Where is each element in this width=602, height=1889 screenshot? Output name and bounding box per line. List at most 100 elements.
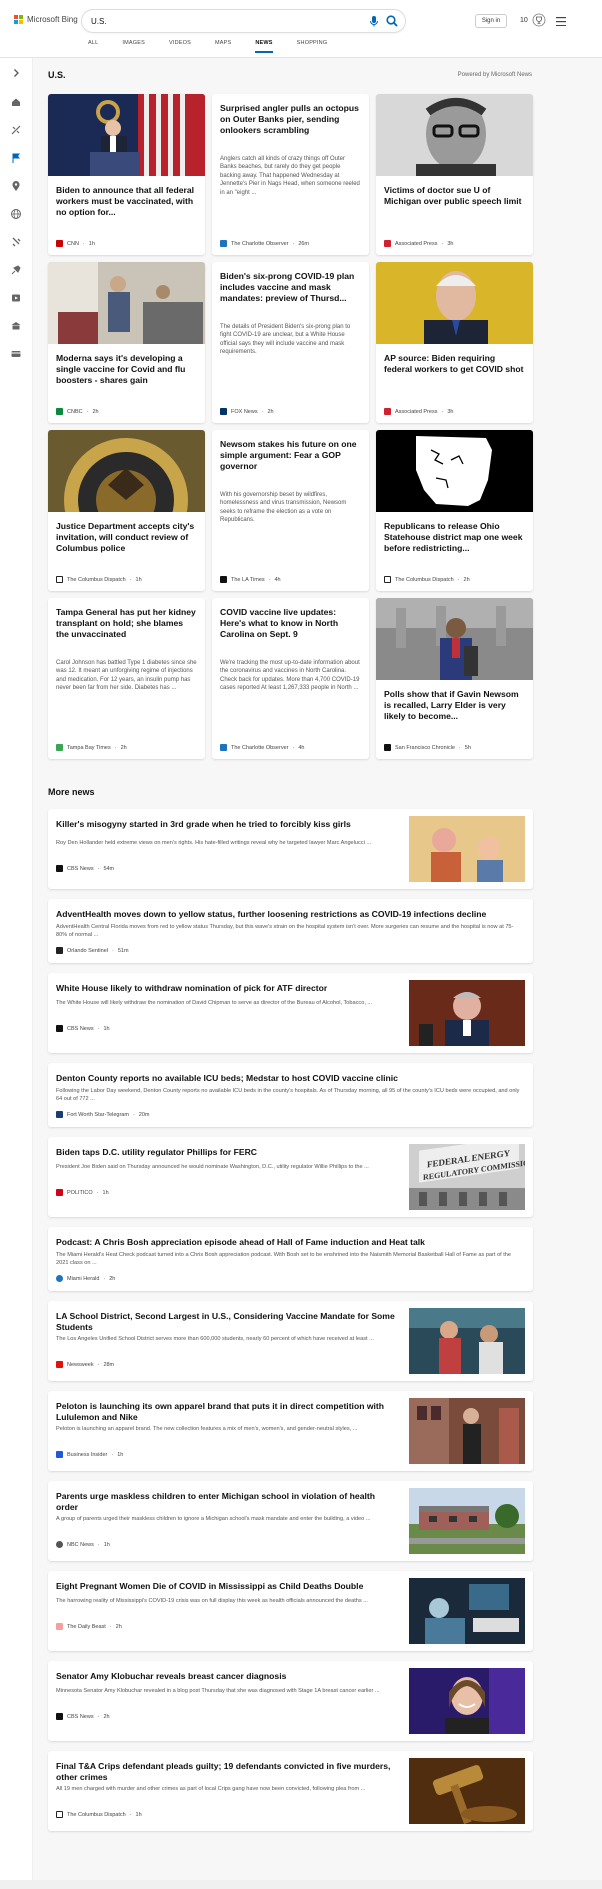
story-time: 1h (102, 1189, 109, 1196)
world-icon[interactable] (10, 124, 22, 136)
list-item[interactable]: White House likely to withdraw nominatio… (48, 973, 533, 1053)
list-item-snippet: The Miami Herald's Heat Check podcast tu… (56, 1252, 512, 1266)
expand-icon[interactable] (10, 67, 22, 79)
story-title[interactable]: Republicans to release Ohio Statehouse d… (384, 521, 524, 554)
story-title[interactable]: Biden to announce that all federal worke… (56, 185, 196, 218)
search-input[interactable] (91, 14, 361, 28)
story-title[interactable]: Polls show that if Gavin Newsom is recal… (384, 689, 524, 722)
top-stories-grid: Biden to announce that all federal worke… (48, 94, 533, 759)
list-item[interactable]: Eight Pregnant Women Die of COVID in Mis… (48, 1571, 533, 1651)
science-icon[interactable] (10, 264, 22, 276)
microphone-icon[interactable] (367, 14, 381, 28)
list-item-title[interactable]: White House likely to withdraw nominatio… (56, 983, 396, 994)
story-time: 26m (298, 240, 310, 247)
list-item-snippet: Following the Labor Day weekend, Denton … (56, 1088, 520, 1102)
source-name: Miami Herald (67, 1275, 100, 1282)
list-item-title[interactable]: Killer's misogyny started in 3rd grade w… (56, 819, 396, 830)
hamburger-menu-icon[interactable] (556, 17, 566, 26)
source-favicon-icon (56, 1713, 63, 1720)
list-item-title[interactable]: LA School District, Second Largest in U.… (56, 1311, 396, 1333)
story-time: 1h (88, 240, 95, 247)
story-card[interactable]: Biden to announce that all federal worke… (48, 94, 205, 255)
story-card[interactable]: Surprised angler pulls an octopus on Out… (212, 94, 369, 255)
list-item-title[interactable]: Parents urge maskless children to enter … (56, 1491, 396, 1513)
story-time: 28m (103, 1361, 115, 1368)
story-source: CNN · 1h (56, 240, 95, 247)
story-time: 2h (115, 1623, 122, 1630)
source-favicon-icon (56, 1189, 63, 1196)
list-item-title[interactable]: Biden taps D.C. utility regulator Philli… (56, 1147, 396, 1158)
source-favicon-icon (220, 408, 227, 415)
story-card[interactable]: COVID vaccine live updates: Here's what … (212, 598, 369, 759)
story-card[interactable]: AP source: Biden requiring federal worke… (376, 262, 533, 423)
list-item[interactable]: Podcast: A Chris Bosh appreciation episo… (48, 1227, 533, 1291)
source-name: Fort Worth Star-Telegram (67, 1111, 129, 1118)
list-item[interactable]: LA School District, Second Largest in U.… (48, 1301, 533, 1381)
story-card[interactable]: Tampa General has put her kidney transpl… (48, 598, 205, 759)
bing-logo[interactable]: Microsoft Bing (14, 15, 78, 24)
money-icon[interactable] (10, 348, 22, 360)
source-name: NBC News (67, 1541, 94, 1548)
search-icon[interactable] (385, 14, 399, 28)
story-title[interactable]: Tampa General has put her kidney transpl… (56, 607, 196, 640)
list-item-title[interactable]: Podcast: A Chris Bosh appreciation episo… (56, 1237, 521, 1248)
location-icon[interactable] (10, 180, 22, 192)
story-card[interactable]: Moderna says it's developing a single va… (48, 262, 205, 423)
list-item[interactable]: Parents urge maskless children to enter … (48, 1481, 533, 1561)
source-name: CNBC (67, 408, 83, 415)
story-title[interactable]: Justice Department accepts city's invita… (56, 521, 196, 554)
tab-videos[interactable]: VIDEOS (169, 40, 191, 53)
source-name: FOX News (231, 408, 258, 415)
home-icon[interactable] (10, 96, 22, 108)
story-title[interactable]: Moderna says it's developing a single va… (56, 353, 196, 386)
tab-images[interactable]: IMAGES (122, 40, 145, 53)
list-item[interactable]: Senator Amy Klobuchar reveals breast can… (48, 1661, 533, 1741)
search-tabs: ALL IMAGES VIDEOS MAPS NEWS SHOPPING (88, 40, 351, 53)
story-image (376, 598, 533, 680)
politics-icon[interactable] (10, 236, 22, 248)
story-image (376, 94, 533, 176)
list-item-title[interactable]: Peloton is launching its own apparel bra… (56, 1401, 396, 1423)
sign-in-button[interactable]: Sign in (475, 14, 507, 28)
rewards-count[interactable]: 10 (520, 14, 528, 28)
search-box[interactable] (82, 10, 405, 32)
story-card[interactable]: Biden's six-prong COVID-19 plan includes… (212, 262, 369, 423)
flag-icon[interactable] (10, 152, 22, 164)
story-card[interactable]: Polls show that if Gavin Newsom is recal… (376, 598, 533, 759)
business-icon[interactable] (10, 320, 22, 332)
story-title[interactable]: COVID vaccine live updates: Here's what … (220, 607, 360, 640)
rewards-trophy-icon[interactable] (532, 13, 546, 27)
list-item[interactable]: Peloton is launching its own apparel bra… (48, 1391, 533, 1471)
list-item[interactable]: AdventHealth moves down to yellow status… (48, 899, 533, 963)
globe-icon[interactable] (10, 208, 22, 220)
story-title[interactable]: AP source: Biden requiring federal worke… (384, 353, 524, 375)
story-title[interactable]: Biden's six-prong COVID-19 plan includes… (220, 271, 360, 304)
list-item[interactable]: Biden taps D.C. utility regulator Philli… (48, 1137, 533, 1217)
list-item[interactable]: Denton County reports no available ICU b… (48, 1063, 533, 1127)
tab-all[interactable]: ALL (88, 40, 98, 53)
list-item[interactable]: Final T&A Crips defendant pleads guilty;… (48, 1751, 533, 1831)
source-favicon-icon (56, 1541, 63, 1548)
story-title[interactable]: Surprised angler pulls an octopus on Out… (220, 103, 360, 136)
list-item-title[interactable]: Eight Pregnant Women Die of COVID in Mis… (56, 1581, 396, 1592)
list-item[interactable]: Killer's misogyny started in 3rd grade w… (48, 809, 533, 889)
list-item-title[interactable]: Senator Amy Klobuchar reveals breast can… (56, 1671, 396, 1682)
entertainment-icon[interactable] (10, 292, 22, 304)
story-card[interactable]: Republicans to release Ohio Statehouse d… (376, 430, 533, 591)
story-card[interactable]: Newsom stakes his future on one simple a… (212, 430, 369, 591)
story-title[interactable]: Newsom stakes his future on one simple a… (220, 439, 360, 472)
tab-news[interactable]: NEWS (255, 40, 273, 53)
list-item-title[interactable]: AdventHealth moves down to yellow status… (56, 909, 521, 920)
tab-shopping[interactable]: SHOPPING (297, 40, 328, 53)
list-item-image (409, 1308, 525, 1374)
source-favicon-icon (56, 1623, 63, 1630)
tab-maps[interactable]: MAPS (215, 40, 231, 53)
story-card[interactable]: Justice Department accepts city's invita… (48, 430, 205, 591)
story-time: 2h (120, 744, 127, 751)
list-item-title[interactable]: Final T&A Crips defendant pleads guilty;… (56, 1761, 396, 1783)
story-time: 54m (103, 865, 115, 872)
list-item-title[interactable]: Denton County reports no available ICU b… (56, 1073, 521, 1084)
story-card[interactable]: Victims of doctor sue U of Michigan over… (376, 94, 533, 255)
story-time: 2h (463, 576, 470, 583)
story-title[interactable]: Victims of doctor sue U of Michigan over… (384, 185, 524, 207)
